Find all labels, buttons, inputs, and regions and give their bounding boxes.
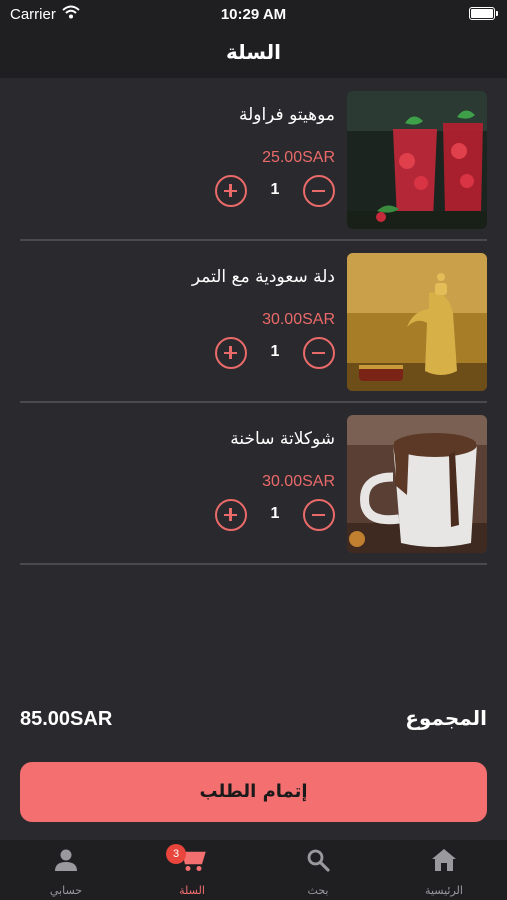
tab-bar: الرئيسية بحث 3 السلة حسابي — [0, 840, 507, 900]
plus-icon[interactable] — [215, 499, 247, 531]
saudi-coffee-dallah-image — [347, 253, 487, 391]
plus-icon[interactable] — [215, 175, 247, 207]
cart-item: موهيتو فراولة 25.00SAR 1 — [20, 79, 487, 241]
cart-item: شوكلاتة ساخنة 30.00SAR 1 — [20, 403, 487, 565]
item-name: دلة سعودية مع التمر — [191, 267, 335, 287]
hot-chocolate-image — [347, 415, 487, 553]
checkout-button[interactable]: إتمام الطلب — [20, 762, 487, 822]
item-price: 30.00SAR — [262, 311, 335, 328]
cart-icon: 3 — [166, 844, 206, 876]
plus-icon[interactable] — [215, 337, 247, 369]
total-label: المجموع — [405, 706, 487, 730]
tab-search[interactable]: بحث — [255, 840, 381, 900]
quantity-stepper: 1 — [215, 337, 335, 371]
item-name: موهيتو فراولة — [238, 105, 335, 125]
tab-cart[interactable]: 3 السلة — [129, 840, 255, 900]
cart-item: دلة سعودية مع التمر 30.00SAR 1 — [20, 241, 487, 403]
cart-badge: 3 — [166, 844, 186, 864]
status-bar: Carrier 10:29 AM — [0, 0, 507, 28]
tab-search-label: بحث — [307, 884, 329, 897]
person-icon — [54, 848, 78, 876]
item-price: 25.00SAR — [262, 149, 335, 166]
quantity-stepper: 1 — [215, 499, 335, 533]
tab-account[interactable]: حسابي — [3, 840, 129, 900]
total-amount: 85.00SAR — [20, 708, 113, 730]
item-quantity: 1 — [270, 505, 280, 522]
home-icon — [431, 848, 457, 876]
minus-icon[interactable] — [303, 175, 335, 207]
page-title: السلة — [225, 40, 281, 64]
item-quantity: 1 — [270, 181, 280, 198]
nav-header: السلة — [0, 28, 507, 78]
tab-home-label: الرئيسية — [425, 884, 463, 897]
tab-home[interactable]: الرئيسية — [381, 840, 507, 900]
item-price: 30.00SAR — [262, 473, 335, 490]
item-name: شوكلاتة ساخنة — [230, 429, 335, 449]
tab-cart-label: السلة — [179, 884, 205, 897]
total-row: 85.00SAR المجموع — [20, 704, 487, 738]
tab-account-label: حسابي — [49, 884, 83, 897]
battery-icon — [469, 7, 498, 20]
minus-icon[interactable] — [303, 337, 335, 369]
strawberry-mojito-image — [347, 91, 487, 229]
item-quantity: 1 — [270, 343, 280, 360]
status-time: 10:29 AM — [220, 6, 287, 23]
quantity-stepper: 1 — [215, 175, 335, 209]
minus-icon[interactable] — [303, 499, 335, 531]
search-icon — [306, 848, 330, 876]
